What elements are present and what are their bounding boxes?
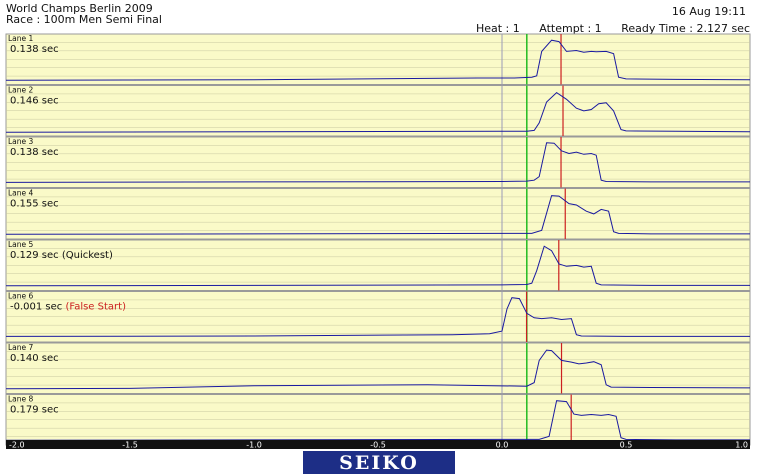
reaction-time-label: 0.179 sec <box>10 405 59 416</box>
lane-label: Lane 3 <box>8 137 34 146</box>
seiko-logo: SEIKO <box>303 451 455 474</box>
x-tick-label: 0.5 <box>620 441 633 450</box>
reaction-time-label: 0.155 sec <box>10 199 59 210</box>
reaction-time-label: 0.138 sec <box>10 44 59 55</box>
reaction-time-label: 0.129 sec (Quickest) <box>10 250 113 261</box>
lane-label: Lane 5 <box>8 240 34 249</box>
lane-label: Lane 8 <box>8 395 34 404</box>
reaction-note: (False Start) <box>62 302 126 313</box>
lane-label: Lane 2 <box>8 86 34 95</box>
reaction-time-label: -0.001 sec (False Start) <box>10 302 126 313</box>
reaction-note: (Quickest) <box>59 250 113 261</box>
x-tick-label: 1.0 <box>735 441 748 450</box>
x-tick-label: -2.0 <box>9 441 25 450</box>
lane-label: Lane 7 <box>8 343 34 352</box>
reaction-time-label: 0.146 sec <box>10 96 59 107</box>
x-tick-label: -1.0 <box>246 441 262 450</box>
lane-label: Lane 6 <box>8 292 34 301</box>
x-tick-label: -1.5 <box>122 441 138 450</box>
reaction-time-label: 0.138 sec <box>10 147 59 158</box>
x-tick-label: -0.5 <box>370 441 386 450</box>
x-tick-label: 0.0 <box>496 441 509 450</box>
seiko-logo-text: SEIKO <box>339 451 419 474</box>
lane-label: Lane 1 <box>8 34 34 43</box>
reaction-time-chart: Lane 10.138 secLane 20.146 secLane 30.13… <box>5 33 751 450</box>
lane-label: Lane 4 <box>8 189 34 198</box>
reaction-time-label: 0.140 sec <box>10 353 59 364</box>
